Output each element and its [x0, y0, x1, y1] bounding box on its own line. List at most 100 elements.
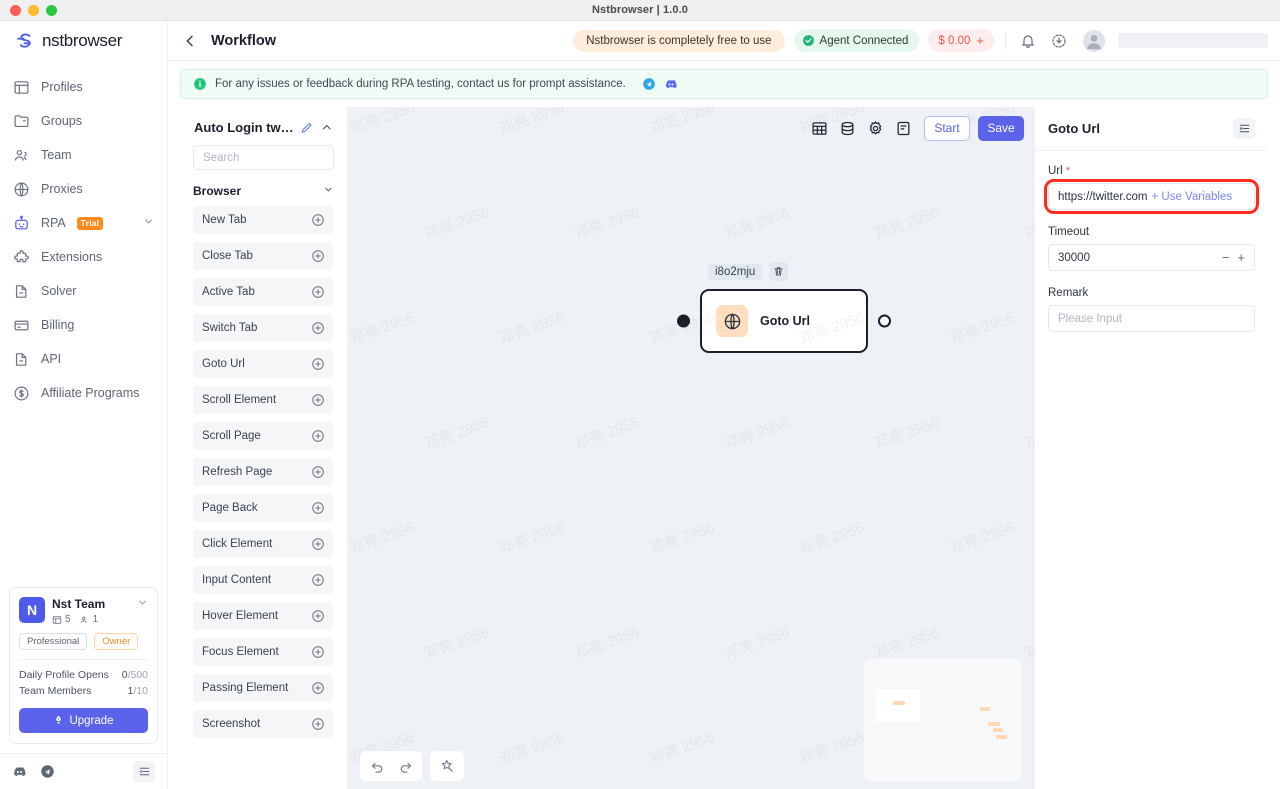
discord-icon[interactable] [664, 77, 678, 91]
plus-circle-icon[interactable] [311, 573, 325, 587]
undo-icon[interactable] [364, 753, 390, 779]
sidebar-item-billing[interactable]: Billing [0, 308, 167, 342]
action-item-scroll-element[interactable]: Scroll Element [193, 386, 334, 414]
action-item-click-element[interactable]: Click Element [193, 530, 334, 558]
team-card[interactable]: N Nst Team 5 1 Professional Owner Daily … [9, 587, 158, 744]
telegram-icon[interactable] [642, 77, 656, 91]
settings-gear-icon[interactable] [862, 115, 888, 141]
plus-circle-icon[interactable] [311, 681, 325, 695]
canvas-minimap[interactable] [864, 659, 1022, 781]
watermark-text: 邓亮 2956 [947, 518, 1017, 558]
stepper-decrement-button[interactable]: − [1222, 251, 1230, 264]
brand-logo-area[interactable]: nstbrowser [0, 21, 167, 61]
url-input[interactable]: https://twitter.com + Use Variables [1044, 179, 1259, 214]
notice-text: For any issues or feedback during RPA te… [215, 78, 626, 90]
chevron-up-icon[interactable] [320, 121, 334, 135]
timeout-input[interactable]: 30000 − + [1048, 244, 1255, 271]
download-circle-icon[interactable] [1048, 30, 1070, 52]
chevron-down-icon[interactable] [143, 216, 154, 230]
node-output-port[interactable] [878, 314, 891, 328]
node-body[interactable]: Goto Url [677, 289, 891, 353]
sidebar-item-proxies[interactable]: Proxies [0, 172, 167, 206]
sidebar-item-api[interactable]: API [0, 342, 167, 376]
action-item-scroll-page[interactable]: Scroll Page [193, 422, 334, 450]
sidebar-item-team[interactable]: Team [0, 138, 167, 172]
telegram-icon[interactable] [40, 764, 55, 779]
watermark-text: 邓亮 2956 [422, 413, 492, 453]
balance-badge[interactable]: $ 0.00 + [928, 29, 994, 52]
node-input-port[interactable] [677, 314, 690, 328]
log-file-icon[interactable] [890, 115, 916, 141]
agent-status-badge[interactable]: Agent Connected [793, 29, 920, 52]
action-item-label: Focus Element [202, 646, 279, 658]
tool-controls [430, 751, 464, 781]
plus-circle-icon[interactable] [311, 537, 325, 551]
plus-circle-icon[interactable] [311, 645, 325, 659]
user-name-placeholder [1118, 33, 1268, 48]
watermark-text: 邓亮 2956 [497, 728, 567, 768]
avatar[interactable] [1083, 29, 1105, 52]
canvas-toolbar: Start Save [806, 115, 1024, 141]
plus-circle-icon[interactable] [311, 501, 325, 515]
collapse-sidebar-icon[interactable] [133, 761, 155, 782]
plus-circle-icon[interactable] [311, 321, 325, 335]
pencil-icon[interactable] [300, 121, 314, 135]
action-item-active-tab[interactable]: Active Tab [193, 278, 334, 306]
use-variables-link[interactable]: + Use Variables [1151, 191, 1232, 203]
action-item-new-tab[interactable]: New Tab [193, 206, 334, 234]
action-item-passing-element[interactable]: Passing Element [193, 674, 334, 702]
plus-circle-icon[interactable] [311, 465, 325, 479]
action-item-refresh-page[interactable]: Refresh Page [193, 458, 334, 486]
watermark-text: 邓亮 2956 [722, 203, 792, 243]
plus-circle-icon[interactable] [311, 717, 325, 731]
plus-circle-icon[interactable] [311, 357, 325, 371]
search-field[interactable] [193, 145, 334, 170]
bell-icon[interactable] [1017, 30, 1039, 52]
sidebar-item-rpa[interactable]: RPA Trial [0, 206, 167, 240]
sidebar-item-extensions[interactable]: Extensions [0, 240, 167, 274]
sidebar-item-affiliate-programs[interactable]: Affiliate Programs [0, 376, 167, 410]
stepper-increment-button[interactable]: + [1237, 251, 1245, 264]
action-item-goto-url[interactable]: Goto Url [193, 350, 334, 378]
watermark-text: 邓亮 2956 [1022, 204, 1034, 243]
panel-menu-icon[interactable] [1233, 118, 1255, 139]
table-icon[interactable] [806, 115, 832, 141]
back-button[interactable] [178, 29, 202, 53]
action-item-close-tab[interactable]: Close Tab [193, 242, 334, 270]
plus-circle-icon[interactable] [311, 285, 325, 299]
action-item-switch-tab[interactable]: Switch Tab [193, 314, 334, 342]
team-icon [80, 616, 87, 623]
action-item-hover-element[interactable]: Hover Element [193, 602, 334, 630]
discord-icon[interactable] [12, 764, 27, 779]
plus-circle-icon[interactable] [311, 429, 325, 443]
minimap-viewport[interactable] [876, 689, 920, 722]
save-button[interactable]: Save [978, 115, 1024, 141]
plus-circle-icon[interactable] [311, 393, 325, 407]
plus-circle-icon[interactable] [311, 249, 325, 263]
start-button[interactable]: Start [924, 115, 970, 141]
remark-input[interactable]: Please Input [1048, 305, 1255, 332]
sidebar-item-groups[interactable]: Groups [0, 104, 167, 138]
action-item-screenshot[interactable]: Screenshot [193, 710, 334, 738]
quota-row: Daily Profile Opens 0/500 [19, 667, 148, 683]
action-group-browser[interactable]: Browser [180, 180, 347, 202]
trash-icon[interactable] [769, 262, 789, 281]
magic-select-icon[interactable] [434, 753, 460, 779]
action-item-input-content[interactable]: Input Content [193, 566, 334, 594]
team-avatar: N [19, 597, 45, 623]
upgrade-button[interactable]: Upgrade [19, 708, 148, 733]
add-balance-icon[interactable]: + [976, 34, 984, 47]
workflow-canvas[interactable]: 邓亮 2956 邓亮 2956 邓亮 2956 邓亮 2956 邓亮 2956 邓亮 29… [348, 107, 1034, 789]
sidebar-item-profiles[interactable]: Profiles [0, 70, 167, 104]
database-icon[interactable] [834, 115, 860, 141]
chevron-down-icon[interactable] [137, 597, 148, 611]
search-input[interactable] [203, 151, 324, 164]
plus-circle-icon[interactable] [311, 609, 325, 623]
plus-circle-icon[interactable] [311, 213, 325, 227]
redo-icon[interactable] [392, 753, 418, 779]
action-item-page-back[interactable]: Page Back [193, 494, 334, 522]
team-profiles-stat: 5 [52, 614, 71, 625]
sidebar-item-solver[interactable]: Solver [0, 274, 167, 308]
chevron-down-icon[interactable] [323, 184, 334, 198]
action-item-focus-element[interactable]: Focus Element [193, 638, 334, 666]
